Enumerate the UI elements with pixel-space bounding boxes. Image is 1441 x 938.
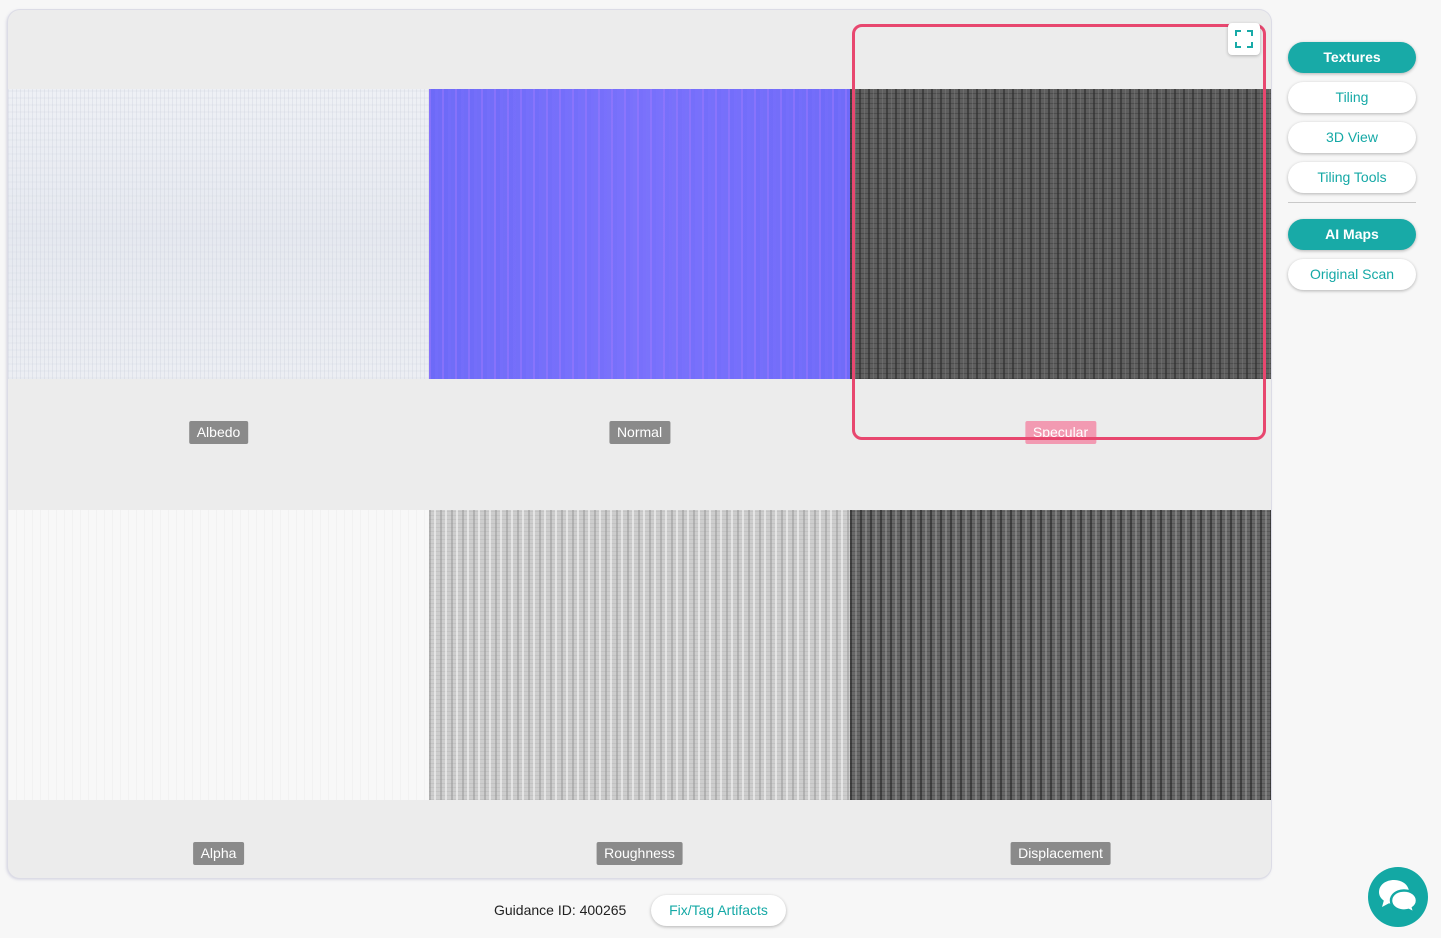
view-sidebar: Textures Tiling 3D View Tiling Tools AI … (1288, 42, 1416, 299)
specular-texture[interactable] (850, 89, 1271, 379)
sidebar-divider (1288, 202, 1416, 203)
tiling-button[interactable]: Tiling (1288, 82, 1416, 113)
albedo-texture[interactable] (8, 89, 429, 379)
displacement-texture[interactable] (850, 510, 1271, 800)
expand-button[interactable] (1228, 23, 1260, 55)
map-normal[interactable]: Normal (429, 10, 850, 444)
fix-tag-artifacts-button[interactable]: Fix/Tag Artifacts (651, 895, 786, 926)
map-alpha[interactable]: Alpha (8, 431, 429, 865)
map-displacement[interactable]: Displacement (850, 431, 1271, 865)
map-label-displacement: Displacement (1010, 842, 1111, 865)
expand-icon (1235, 30, 1253, 48)
tiling-tools-button[interactable]: Tiling Tools (1288, 162, 1416, 193)
roughness-texture[interactable] (429, 510, 850, 800)
map-roughness[interactable]: Roughness (429, 431, 850, 865)
original-scan-button[interactable]: Original Scan (1288, 259, 1416, 290)
map-label-alpha: Alpha (192, 842, 245, 865)
texture-viewer: Albedo Normal Specular Alpha Roughness D… (8, 10, 1271, 878)
guidance-id: Guidance ID: 400265 (494, 902, 627, 918)
chat-button[interactable] (1368, 867, 1428, 927)
normal-texture[interactable] (429, 89, 850, 379)
textures-button[interactable]: Textures (1288, 42, 1416, 73)
map-specular[interactable]: Specular (850, 10, 1271, 444)
ai-maps-button[interactable]: AI Maps (1288, 219, 1416, 250)
map-albedo[interactable]: Albedo (8, 10, 429, 444)
3d-view-button[interactable]: 3D View (1288, 122, 1416, 153)
alpha-texture[interactable] (8, 510, 429, 800)
chat-icon (1379, 880, 1419, 916)
map-label-roughness: Roughness (596, 842, 683, 865)
